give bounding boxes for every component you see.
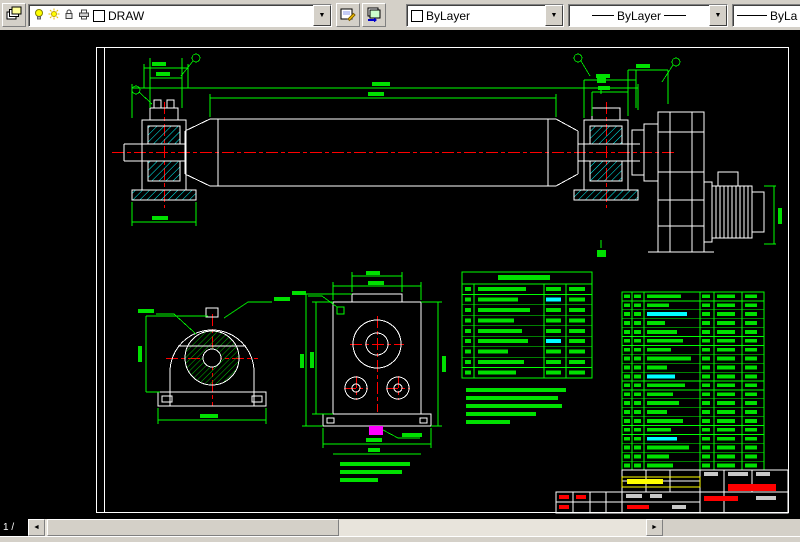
corner-label-text: 1 / [3,522,14,533]
layers-dialog-button[interactable] [2,3,26,27]
scroll-left-button[interactable]: ◄ [28,519,45,536]
linetype-value: ByLayer [617,9,661,23]
h-scrollbar-track[interactable] [45,519,646,536]
lineweight-sample [737,15,767,16]
highlight-detail [369,426,383,435]
title-block-accent [559,472,776,509]
color-value: ByLayer [426,9,470,23]
dimension-lines [132,54,776,454]
lock-icon[interactable] [63,8,75,23]
dimension-text [138,62,782,482]
layers-icon [6,6,22,25]
printer-icon[interactable] [78,8,90,23]
cad-drawing[interactable] [0,30,800,519]
layer-combo-field[interactable]: DRAW [29,5,313,26]
layer-combo[interactable]: DRAW ▼ [28,4,332,27]
generated-table-content [462,186,764,467]
make-current-icon [340,6,356,25]
make-object-layer-current-button[interactable] [336,3,360,27]
linetype-sample [592,15,614,16]
scroll-right-button[interactable]: ► [646,519,663,536]
dropdown-arrow-icon[interactable]: ▼ [545,5,563,26]
window-bottom-edge [0,536,800,542]
scrollbar-filler [663,519,800,536]
drawing-area[interactable] [0,30,800,519]
sun-icon[interactable] [48,8,60,23]
dropdown-arrow-icon[interactable]: ▼ [313,5,331,26]
lightbulb-icon[interactable] [33,8,45,23]
layer-color-swatch[interactable] [93,10,105,22]
h-scrollbar-thumb[interactable] [47,519,339,536]
dropdown-arrow-icon[interactable]: ▼ [709,5,727,26]
color-combo-field[interactable]: ByLayer [407,5,545,26]
layer-name: DRAW [108,9,144,23]
color-combo[interactable]: ByLayer ▼ [406,4,564,27]
linetype-sample [664,15,686,16]
lineweight-value: ByLa [770,9,797,23]
object-properties-toolbar: DRAW ▼ ByLayer ▼ ByLayer [0,0,800,31]
scroll-left-icon: ◄ [33,524,40,531]
layer-previous-icon [366,6,382,25]
current-color-swatch [411,10,423,22]
linetype-combo-field[interactable]: ByLayer [569,5,709,26]
layer-previous-button[interactable] [362,3,386,27]
lineweight-combo-field[interactable]: ByLa [733,5,800,26]
app-window: DRAW ▼ ByLayer ▼ ByLayer [0,0,800,542]
bottom-bar: 1 / ◄ ► [0,519,800,542]
sheet-frame [97,48,789,513]
linetype-combo[interactable]: ByLayer ▼ [568,4,728,27]
lineweight-combo[interactable]: ByLa ▼ [732,4,800,27]
scroll-right-icon: ► [651,524,658,531]
sheet-corner-label: 1 / [0,519,28,536]
